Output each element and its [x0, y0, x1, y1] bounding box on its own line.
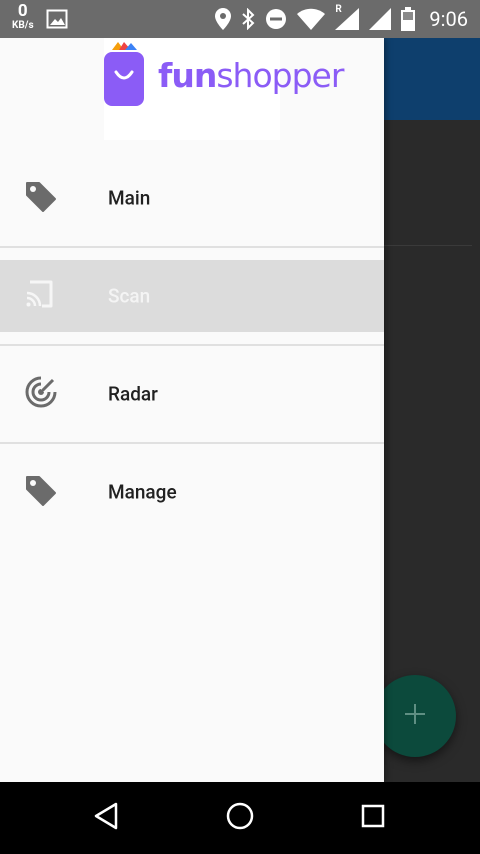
drawer-item-label: Main — [108, 186, 151, 210]
roaming-indicator: R — [335, 4, 342, 15]
cellular-signal-icon: R — [335, 4, 360, 30]
navigation-drawer: funshopper Main Scan Radar Manage — [0, 38, 384, 782]
do-not-disturb-icon — [265, 8, 287, 30]
clock: 9:06 — [429, 7, 468, 31]
location-icon — [215, 8, 232, 30]
image-notification-icon — [46, 9, 68, 29]
drawer-item-scan[interactable]: Scan — [0, 260, 384, 332]
wifi-icon — [297, 8, 326, 30]
brand-name: funshopper — [158, 56, 344, 95]
tag-icon — [24, 473, 58, 511]
divider — [0, 344, 384, 346]
divider — [0, 442, 384, 444]
radar-icon — [24, 375, 58, 413]
plus-icon — [403, 702, 427, 730]
network-speed: 0 KB/s — [12, 3, 34, 31]
bluetooth-icon — [241, 8, 255, 30]
divider — [0, 246, 384, 248]
recents-icon[interactable] — [361, 804, 385, 832]
add-fab-button[interactable] — [374, 675, 456, 757]
cast-icon — [24, 278, 56, 314]
battery-icon — [401, 7, 416, 31]
drawer-item-main[interactable]: Main — [0, 162, 384, 234]
drawer-item-label: Manage — [108, 480, 177, 504]
drawer-item-label: Scan — [108, 284, 151, 308]
tag-icon — [24, 179, 58, 217]
signal-icon — [369, 8, 392, 30]
home-icon[interactable] — [226, 802, 254, 834]
network-speed-unit: KB/s — [12, 20, 34, 31]
drawer-item-radar[interactable]: Radar — [0, 358, 384, 430]
drawer-item-label: Radar — [108, 382, 158, 406]
status-bar: 0 KB/s R 9:06 — [0, 0, 480, 38]
back-icon[interactable] — [93, 802, 119, 834]
shopping-bag-icon — [104, 40, 144, 112]
drawer-item-manage[interactable]: Manage — [0, 456, 384, 528]
system-nav-bar — [0, 782, 480, 854]
brand-logo: funshopper — [104, 38, 344, 140]
list-divider — [380, 245, 472, 246]
network-speed-value: 0 — [17, 1, 28, 21]
